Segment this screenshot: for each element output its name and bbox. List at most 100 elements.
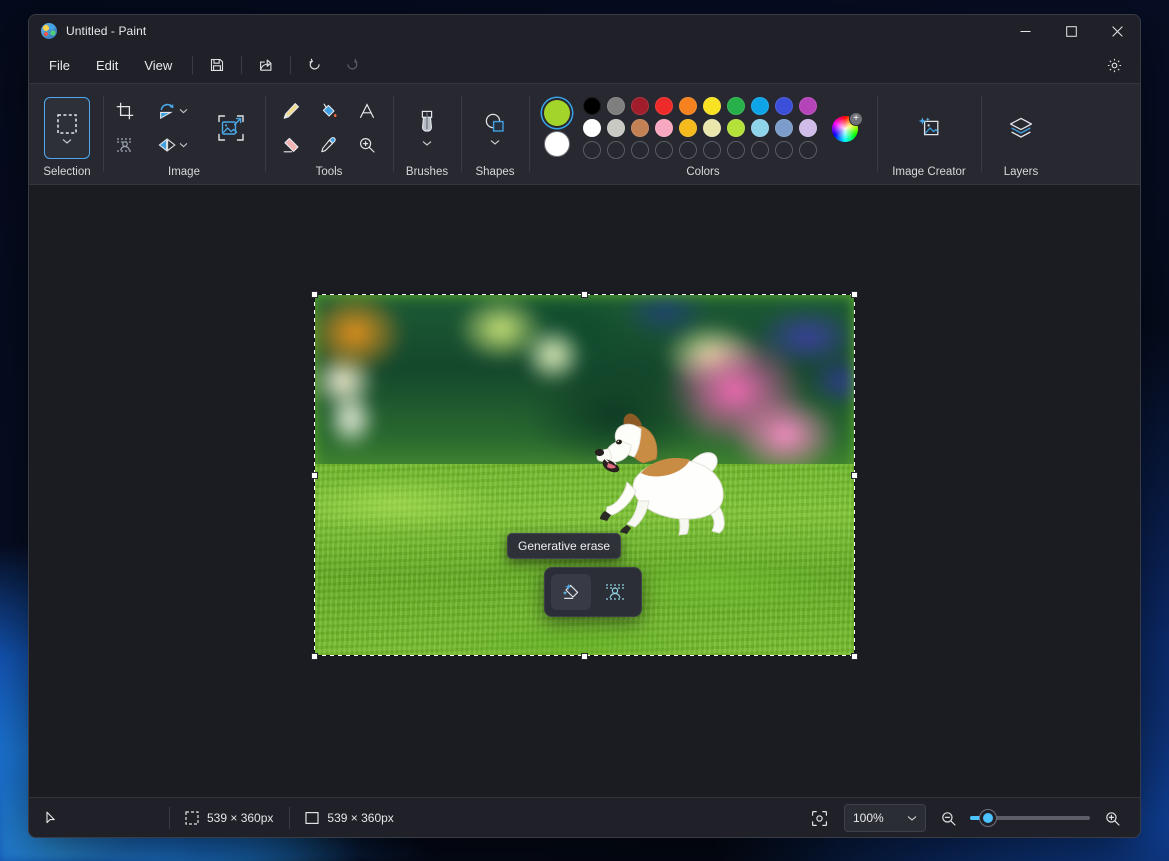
remove-background-float-button[interactable] bbox=[595, 574, 635, 610]
text-tool[interactable] bbox=[348, 95, 386, 127]
color-swatch-row2-5[interactable] bbox=[703, 119, 721, 137]
color-swatch-empty-8[interactable] bbox=[775, 141, 793, 159]
zoom-out-icon bbox=[940, 810, 957, 827]
menu-view[interactable]: View bbox=[132, 53, 184, 78]
fit-to-window-icon bbox=[811, 810, 828, 827]
color-swatch-empty-1[interactable] bbox=[607, 141, 625, 159]
color-palette-grid bbox=[580, 95, 820, 161]
minimize-button[interactable] bbox=[1002, 15, 1048, 47]
canvas-rectangle-icon bbox=[305, 811, 319, 825]
custom-color-wheel[interactable]: + bbox=[832, 113, 862, 143]
magnifier-tool[interactable] bbox=[348, 129, 386, 161]
shapes-button[interactable] bbox=[472, 99, 518, 157]
color-swatch-row2-1[interactable] bbox=[607, 119, 625, 137]
pencil-tool[interactable] bbox=[272, 95, 310, 127]
color-swatch-row2-0[interactable] bbox=[583, 119, 601, 137]
ribbon-group-tools-label: Tools bbox=[316, 166, 343, 180]
color-swatch-row2-3[interactable] bbox=[655, 119, 673, 137]
crop-button[interactable] bbox=[108, 96, 142, 126]
color-swatch-row1-4[interactable] bbox=[679, 97, 697, 115]
color-swatch-row1-9[interactable] bbox=[799, 97, 817, 115]
zoom-slider-thumb[interactable] bbox=[980, 810, 996, 826]
fill-tool[interactable] bbox=[310, 95, 348, 127]
canvas-size-cell: 539 × 360px bbox=[289, 798, 409, 838]
generative-erase-button[interactable] bbox=[551, 574, 591, 610]
color-swatch-empty-0[interactable] bbox=[583, 141, 601, 159]
fit-to-window-button[interactable] bbox=[802, 804, 836, 832]
selection-tool[interactable] bbox=[44, 97, 90, 159]
zoom-out-button[interactable] bbox=[934, 804, 962, 832]
color-swatch-row2-6[interactable] bbox=[727, 119, 745, 137]
color-swatch-row2-7[interactable] bbox=[751, 119, 769, 137]
selection-context-toolbar bbox=[544, 567, 642, 617]
color-swatch-empty-7[interactable] bbox=[751, 141, 769, 159]
save-button[interactable] bbox=[201, 51, 233, 79]
color-swatch-row1-8[interactable] bbox=[775, 97, 793, 115]
canvas-area[interactable]: Generative erase bbox=[29, 185, 1140, 797]
image-creator-button[interactable] bbox=[906, 97, 952, 159]
color-swatch-empty-2[interactable] bbox=[631, 141, 649, 159]
selection-handle-se[interactable] bbox=[851, 653, 858, 660]
selection-handle-n[interactable] bbox=[581, 291, 588, 298]
color-picker-tool[interactable] bbox=[310, 129, 348, 161]
share-button[interactable] bbox=[250, 51, 282, 79]
close-button[interactable] bbox=[1094, 15, 1140, 47]
color-swatch-row1-6[interactable] bbox=[727, 97, 745, 115]
selection-handle-ne[interactable] bbox=[851, 291, 858, 298]
dog-subject bbox=[583, 405, 779, 551]
color-swatch-empty-5[interactable] bbox=[703, 141, 721, 159]
color-swatch-row2-2[interactable] bbox=[631, 119, 649, 137]
chevron-down-icon bbox=[62, 138, 72, 145]
ribbon-group-brushes-label: Brushes bbox=[406, 166, 448, 180]
ribbon-group-selection: Selection bbox=[31, 84, 103, 184]
zoom-in-button[interactable] bbox=[1098, 804, 1126, 832]
mouse-pointer-icon bbox=[45, 811, 58, 825]
remove-background-button[interactable] bbox=[108, 130, 142, 160]
selection-handle-s[interactable] bbox=[581, 653, 588, 660]
primary-color-swatch[interactable] bbox=[544, 100, 570, 126]
generative-erase-tooltip: Generative erase bbox=[507, 533, 621, 559]
color-swatch-row1-1[interactable] bbox=[607, 97, 625, 115]
secondary-color-swatch[interactable] bbox=[544, 131, 570, 157]
color-swatch-row1-5[interactable] bbox=[703, 97, 721, 115]
add-color-badge: + bbox=[849, 112, 863, 126]
selection-handle-sw[interactable] bbox=[311, 653, 318, 660]
color-swatch-empty-9[interactable] bbox=[799, 141, 817, 159]
menu-divider-1 bbox=[192, 56, 193, 74]
color-swatch-row2-8[interactable] bbox=[775, 119, 793, 137]
ribbon-toolbar: Selection bbox=[29, 83, 1140, 185]
selection-handle-e[interactable] bbox=[851, 472, 858, 479]
brushes-button[interactable] bbox=[404, 99, 450, 157]
color-swatch-empty-4[interactable] bbox=[679, 141, 697, 159]
color-swatch-empty-3[interactable] bbox=[655, 141, 673, 159]
eraser-tool[interactable] bbox=[272, 129, 310, 161]
color-swatch-row1-7[interactable] bbox=[751, 97, 769, 115]
zoom-level-select[interactable]: 100% bbox=[844, 804, 926, 832]
color-swatch-row2-4[interactable] bbox=[679, 119, 697, 137]
selection-handle-w[interactable] bbox=[311, 472, 318, 479]
resize-image-button[interactable] bbox=[211, 108, 251, 148]
selection-handle-nw[interactable] bbox=[311, 291, 318, 298]
color-swatch-row1-3[interactable] bbox=[655, 97, 673, 115]
maximize-button[interactable] bbox=[1048, 15, 1094, 47]
ribbon-group-layers: Layers bbox=[981, 84, 1061, 184]
color-swatch-row1-0[interactable] bbox=[583, 97, 601, 115]
layers-button[interactable] bbox=[998, 97, 1044, 159]
menu-file[interactable]: File bbox=[37, 53, 82, 78]
cursor-position-cell bbox=[29, 798, 169, 838]
color-swatch-row1-2[interactable] bbox=[631, 97, 649, 115]
color-swatch-empty-6[interactable] bbox=[727, 141, 745, 159]
zoom-slider[interactable] bbox=[970, 816, 1090, 820]
menu-bar: File Edit View bbox=[29, 47, 1140, 83]
redo-button[interactable] bbox=[335, 51, 367, 79]
undo-button[interactable] bbox=[299, 51, 331, 79]
ribbon-group-image: Image bbox=[103, 84, 265, 184]
menu-edit[interactable]: Edit bbox=[84, 53, 130, 78]
chevron-down-icon bbox=[490, 139, 500, 146]
status-bar: 539 × 360px 539 × 360px 100% bbox=[29, 797, 1140, 837]
color-swatch-row2-9[interactable] bbox=[799, 119, 817, 137]
rotate-button[interactable] bbox=[155, 96, 190, 126]
settings-gear-button[interactable] bbox=[1098, 50, 1130, 80]
ribbon-group-brushes: Brushes bbox=[393, 84, 461, 184]
flip-button[interactable] bbox=[155, 130, 190, 160]
